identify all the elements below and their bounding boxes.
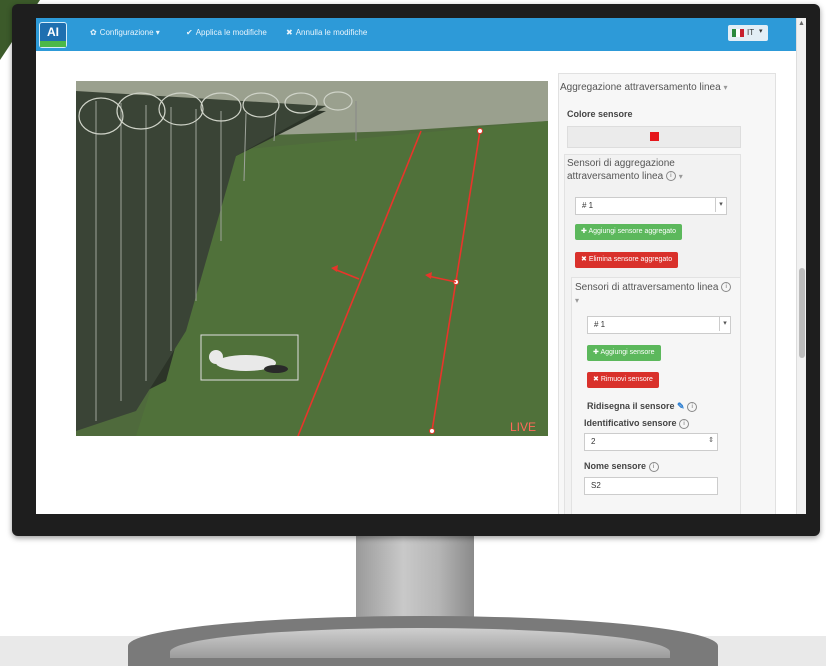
logo-accent — [40, 41, 66, 47]
sensor-id-label: Identificativo sensore — [584, 418, 677, 428]
italy-flag-icon — [732, 29, 744, 37]
line-sensor-selected-value: # 1 — [594, 320, 606, 329]
app-logo[interactable]: AI — [39, 22, 67, 48]
language-select[interactable]: IT ▾ — [728, 25, 768, 41]
sensor-color-picker[interactable] — [567, 126, 741, 148]
video-frame: LIVE — [76, 81, 548, 436]
detected-person-legs — [264, 365, 288, 373]
language-code: IT — [747, 28, 755, 37]
panel-title-text: Aggregazione attraversamento linea — [560, 82, 721, 93]
remove-sensor-label: Rimuovi sensore — [600, 376, 653, 383]
sensor-id-input[interactable]: 2 ⇕ — [584, 433, 718, 451]
sensor-handle-bottom[interactable] — [429, 428, 435, 434]
line-sensors-heading-text: Sensori di attraversamento linea — [575, 282, 719, 293]
remove-sensor-button[interactable]: ✖ Rimuovi sensore — [587, 372, 659, 388]
sensor-name-input[interactable]: S2 — [584, 477, 718, 495]
config-menu[interactable]: ✿ Configurazione ▾ — [90, 28, 160, 37]
add-sensor-label: Aggiungi sensore — [600, 349, 655, 356]
info-icon[interactable]: i — [721, 282, 732, 293]
checkmark-icon: ✔ — [186, 28, 193, 37]
chevron-down-icon: ▾ — [575, 296, 580, 305]
sensor-color-swatch — [650, 132, 659, 141]
apply-changes-button[interactable]: ✔ Applica le modifiche — [186, 28, 267, 37]
close-icon: ✖ — [286, 28, 293, 37]
aggregation-sensor-select[interactable]: # 1 ▾ — [575, 197, 727, 215]
camera-video-feed[interactable]: LIVE — [76, 81, 548, 436]
sensor-name-row: Nome sensore i — [584, 461, 659, 472]
aggregation-sensors-section: Sensori di aggregazione attraversamento … — [564, 154, 741, 514]
sensor-config-panel: Aggregazione attraversamento linea ▾ Col… — [558, 73, 776, 514]
chevron-down-icon: ▾ — [678, 172, 683, 181]
add-aggregated-sensor-button[interactable]: ✚ Aggiungi sensore aggregato — [575, 224, 683, 240]
gear-icon: ✿ — [90, 28, 97, 37]
add-aggregated-label: Aggiungi sensore aggregato — [588, 228, 677, 235]
chevron-down-icon: ▾ — [719, 317, 730, 331]
chevron-down-icon: ▾ — [153, 28, 160, 37]
chevron-down-icon: ▾ — [759, 28, 763, 35]
pencil-icon[interactable]: ✎ — [677, 401, 685, 411]
aggregation-sensors-heading[interactable]: Sensori di aggregazione attraversamento … — [567, 157, 737, 183]
top-navbar: AI ✿ Configurazione ▾ ✔ Applica le modific… — [36, 18, 796, 51]
remove-aggregated-label: Elimina sensore aggregato — [588, 256, 673, 263]
cancel-changes-button[interactable]: ✖ Annulla le modifiche — [286, 28, 367, 37]
chevron-down-icon: ▾ — [723, 83, 728, 92]
aggregation-selected-value: # 1 — [582, 201, 594, 210]
redraw-sensor-label: Ridisegna il sensore — [587, 401, 675, 411]
sensor-name-value: S2 — [591, 481, 601, 490]
sensor-id-value: 2 — [591, 437, 596, 446]
scroll-up-icon[interactable]: ▲ — [798, 20, 805, 27]
close-icon: ✖ — [581, 256, 589, 263]
detected-person-head — [209, 350, 223, 364]
sensor-color-label: Colore sensore — [567, 109, 633, 119]
line-sensor-select[interactable]: # 1 ▾ — [587, 316, 731, 334]
add-sensor-button[interactable]: ✚ Aggiungi sensore — [587, 345, 661, 361]
scrollbar-thumb[interactable] — [799, 268, 805, 358]
apply-changes-label: Applica le modifiche — [195, 28, 267, 37]
config-menu-label: Configurazione — [99, 28, 154, 37]
info-icon[interactable]: i — [665, 171, 676, 182]
live-indicator: LIVE — [510, 420, 536, 434]
spinner-icon[interactable]: ⇕ — [708, 436, 714, 444]
info-icon[interactable]: i — [679, 418, 690, 429]
logo-text: AI — [47, 25, 59, 39]
line-sensors-heading[interactable]: Sensori di attraversamento linea i ▾ — [575, 281, 735, 307]
aggregation-heading-text: Sensori di aggregazione attraversamento … — [567, 158, 675, 182]
info-icon[interactable]: i — [648, 461, 659, 472]
info-icon[interactable]: i — [687, 401, 698, 412]
line-sensors-section: Sensori di attraversamento linea i ▾ # 1… — [571, 277, 741, 514]
remove-aggregated-sensor-button[interactable]: ✖ Elimina sensore aggregato — [575, 252, 679, 268]
cancel-changes-label: Annulla le modifiche — [295, 28, 368, 37]
screen: AI ✿ Configurazione ▾ ✔ Applica le modific… — [36, 18, 806, 514]
page-scrollbar[interactable]: ▲ — [796, 18, 806, 514]
monitor-bezel: AI ✿ Configurazione ▾ ✔ Applica le modific… — [12, 4, 820, 536]
chevron-down-icon: ▾ — [715, 198, 726, 212]
close-icon: ✖ — [593, 376, 601, 383]
sensor-name-label: Nome sensore — [584, 461, 647, 471]
sensor-id-row: Identificativo sensore i — [584, 418, 690, 429]
redraw-sensor-row: Ridisegna il sensore ✎ i — [587, 401, 698, 412]
panel-title[interactable]: Aggregazione attraversamento linea ▾ — [560, 82, 727, 93]
sensor-handle-top[interactable] — [477, 128, 483, 134]
